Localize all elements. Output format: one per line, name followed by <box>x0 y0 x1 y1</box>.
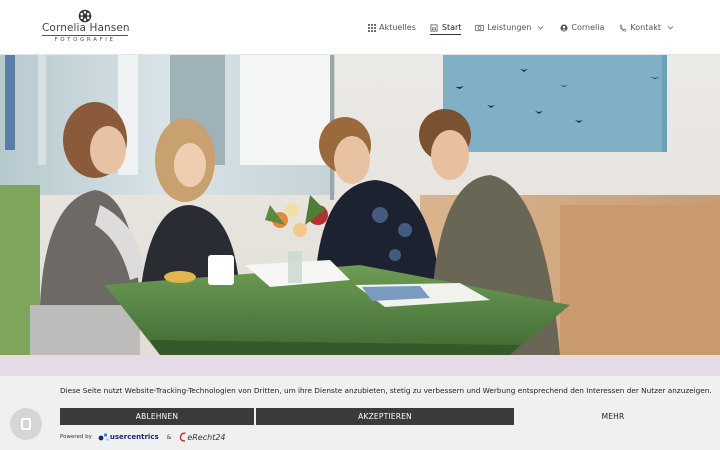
cookie-consent-text: Diese Seite nutzt Website-Tracking-Techn… <box>60 386 712 395</box>
nav-item-cornelia[interactable]: Cornelia <box>552 0 611 55</box>
aperture-flower-icon <box>78 9 92 23</box>
powered-by-label: Powered by <box>60 434 92 440</box>
cookie-consent-banner: Diese Seite nutzt Website-Tracking-Techn… <box>0 375 720 450</box>
user-icon <box>559 23 568 32</box>
brand-tagline: FOTOGRAFIE <box>54 37 116 43</box>
brand-name: Cornelia Hansen <box>42 22 130 34</box>
erecht24-logo[interactable]: eRecht24 <box>179 432 226 442</box>
decline-button[interactable]: ABLEHNEN <box>60 408 254 425</box>
nav-label: Start <box>441 23 462 32</box>
nav-item-kontakt[interactable]: Kontakt <box>611 0 682 55</box>
nav-item-start[interactable]: Start <box>423 0 469 55</box>
erecht24-label: eRecht24 <box>187 432 226 442</box>
nav-item-aktuelles[interactable]: Aktuelles <box>360 0 423 55</box>
grid-icon <box>367 23 376 32</box>
nav-label: Aktuelles <box>379 23 416 32</box>
hero-photo-illustration <box>0 55 720 355</box>
accept-button[interactable]: AKZEPTIEREN <box>256 408 514 425</box>
chevron-down-icon <box>537 24 545 32</box>
nav-item-leistungen[interactable]: Leistungen <box>468 0 552 55</box>
fingerprint-icon <box>21 418 31 430</box>
main-nav: Aktuelles Start Leistungen Cornelia Kont… <box>360 0 682 55</box>
hero-image <box>0 55 720 355</box>
erecht24-mark-icon <box>180 432 186 442</box>
powered-by-row: Powered by usercentrics & eRecht24 <box>60 430 226 444</box>
nav-label: Kontakt <box>630 23 661 32</box>
chevron-down-icon <box>667 24 675 32</box>
more-button[interactable]: MEHR <box>516 408 710 425</box>
brand-divider <box>42 35 128 36</box>
ampersand: & <box>166 433 172 441</box>
privacy-settings-button[interactable] <box>10 408 42 440</box>
home-icon <box>430 23 439 32</box>
usercentrics-dots-icon <box>98 433 109 441</box>
hero-bottom-strip <box>0 355 720 375</box>
usercentrics-label: usercentrics <box>109 433 159 441</box>
brand-logo[interactable]: Cornelia Hansen FOTOGRAFIE <box>42 9 130 45</box>
nav-label: Cornelia <box>571 23 605 32</box>
camera-icon <box>475 23 485 32</box>
phone-icon <box>618 23 627 32</box>
usercentrics-logo[interactable]: usercentrics <box>98 432 159 442</box>
site-header: Cornelia Hansen FOTOGRAFIE Aktuelles Sta… <box>0 0 720 55</box>
nav-label: Leistungen <box>487 23 532 32</box>
